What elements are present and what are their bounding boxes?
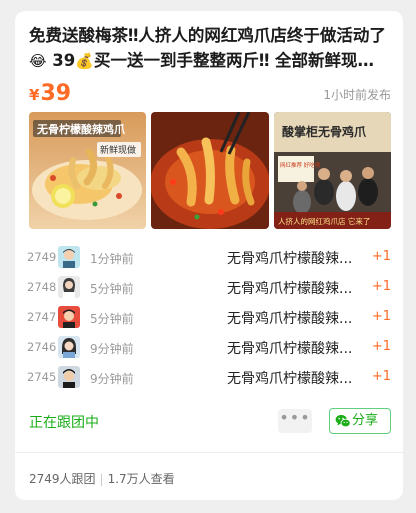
- title-text-3: 买一送一到手整整两斤‼ 全部新鲜现…: [93, 51, 375, 70]
- participant-row[interactable]: 2748 5分钟前 无骨鸡爪柠檬酸辣... +1: [27, 273, 391, 303]
- money-bag-emoji-icon: 💰: [75, 52, 94, 70]
- participant-qty: +1: [371, 339, 391, 354]
- title-text-2: 39: [52, 51, 76, 70]
- price-value: 39: [40, 81, 72, 106]
- participant-time: 9分钟前: [90, 342, 134, 356]
- more-button[interactable]: •••: [278, 409, 312, 433]
- product-image-2[interactable]: [151, 112, 269, 229]
- participant-time: 5分钟前: [90, 282, 134, 296]
- avatar: [58, 366, 80, 388]
- joined-count: 2749人跟团: [29, 472, 96, 486]
- avatar: [58, 276, 80, 298]
- participant-list: 2749 1分钟前 无骨鸡爪柠檬酸辣... +1 2748 5分钟前 无骨鸡爪柠…: [27, 243, 391, 393]
- view-count: 1.7万人查看: [107, 472, 175, 486]
- participant-row[interactable]: 2747 5分钟前 无骨鸡爪柠檬酸辣... +1: [27, 303, 391, 333]
- participant-row[interactable]: 2746 9分钟前 无骨鸡爪柠檬酸辣... +1: [27, 333, 391, 363]
- price-row: ¥39 1小时前发布: [29, 77, 391, 111]
- posted-time: 1小时前发布: [323, 88, 391, 102]
- img1-badge-text: 新鲜现做: [100, 144, 136, 156]
- participant-item: 无骨鸡爪柠檬酸辣...: [227, 251, 353, 267]
- group-buy-card[interactable]: 免费送酸梅茶‼人挤人的网红鸡爪店终于做活动了 😂 39💰买一送一到手整整两斤‼ 全…: [15, 11, 403, 500]
- participant-qty: +1: [371, 309, 391, 324]
- participant-qty: +1: [371, 279, 391, 294]
- img1-banner-text: 无骨柠檬酸辣鸡爪: [36, 122, 126, 136]
- participant-number: 2749: [27, 250, 57, 264]
- price: ¥39: [29, 77, 71, 112]
- avatar: [58, 246, 80, 268]
- participant-row[interactable]: 2745 9分钟前 无骨鸡爪柠檬酸辣... +1: [27, 363, 391, 393]
- post-title[interactable]: 免费送酸梅茶‼人挤人的网红鸡爪店终于做活动了 😂 39💰买一送一到手整整两斤‼ 全…: [29, 23, 391, 73]
- participant-number: 2748: [27, 280, 57, 294]
- participant-number: 2746: [27, 340, 57, 354]
- following-status: 正在跟团中: [29, 415, 99, 431]
- participant-item: 无骨鸡爪柠檬酸辣...: [227, 311, 353, 327]
- participant-item: 无骨鸡爪柠檬酸辣...: [227, 281, 353, 297]
- img3-sign-text: 酸掌柜无骨鸡爪: [282, 124, 367, 139]
- image-gallery: 无骨柠檬酸辣鸡爪 新鲜现做 酸掌柜无骨鸡爪 网红推荐 好吃嗦 人挤人的网红鸡爪店…: [29, 112, 391, 229]
- participant-time: 5分钟前: [90, 312, 134, 326]
- wechat-icon: [335, 413, 351, 438]
- stats-separator: |: [99, 472, 104, 486]
- title-text-1: 免费送酸梅茶‼人挤人的网红鸡爪店终于做活动了: [29, 26, 386, 45]
- share-label: 分享: [352, 413, 379, 428]
- participant-number: 2745: [27, 370, 57, 384]
- avatar: [58, 336, 80, 358]
- product-image-1[interactable]: 无骨柠檬酸辣鸡爪 新鲜现做: [29, 112, 146, 229]
- img3-caption-text: 人挤人的网红鸡爪店 它来了: [278, 216, 370, 226]
- participant-row[interactable]: 2749 1分钟前 无骨鸡爪柠檬酸辣... +1: [27, 243, 391, 273]
- participant-qty: +1: [371, 249, 391, 264]
- divider: [15, 452, 403, 453]
- avatar: [58, 306, 80, 328]
- img3-side-text: 网红推荐 好吃嗦: [280, 161, 321, 169]
- participant-time: 9分钟前: [90, 372, 134, 386]
- participant-item: 无骨鸡爪柠檬酸辣...: [227, 371, 353, 387]
- currency-symbol: ¥: [29, 86, 40, 104]
- laughing-emoji-icon: 😂: [29, 52, 47, 70]
- participant-item: 无骨鸡爪柠檬酸辣...: [227, 341, 353, 357]
- share-button[interactable]: 分享: [329, 408, 391, 434]
- participant-time: 1分钟前: [90, 252, 134, 266]
- stats-bar: 2749人跟团 | 1.7万人查看: [29, 470, 175, 487]
- product-image-3[interactable]: 酸掌柜无骨鸡爪 网红推荐 好吃嗦 人挤人的网红鸡爪店 它来了: [274, 112, 391, 229]
- participant-qty: +1: [371, 369, 391, 384]
- participant-number: 2747: [27, 310, 57, 324]
